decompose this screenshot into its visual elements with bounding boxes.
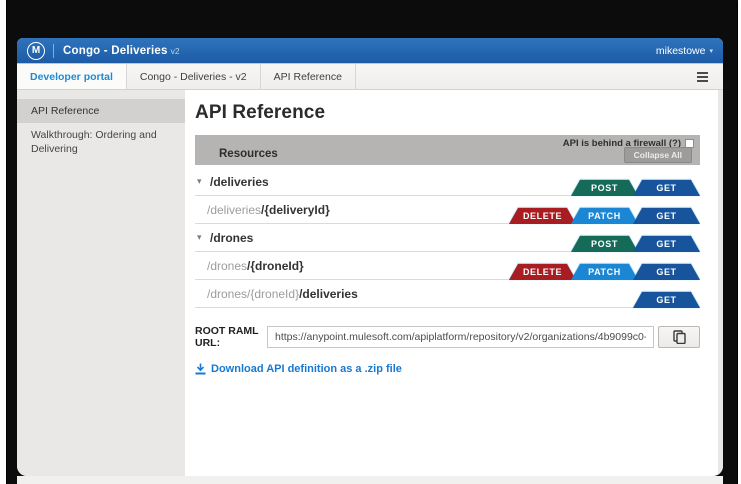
sidebar: API Reference Walkthrough: Ordering and …: [17, 90, 185, 476]
method-get-button[interactable]: GET: [633, 208, 700, 224]
method-delete-button[interactable]: DELETE: [509, 208, 576, 224]
sidebar-item-walkthrough[interactable]: Walkthrough: Ordering and Delivering: [17, 123, 185, 161]
collapse-all-button[interactable]: Collapse All: [623, 147, 692, 163]
root-raml-label: ROOT RAML URL:: [195, 325, 259, 349]
copy-icon: [672, 330, 686, 344]
resource-path[interactable]: ▾ /deliveries: [195, 175, 269, 189]
method-delete-button[interactable]: DELETE: [509, 264, 576, 280]
root-raml-row: ROOT RAML URL:: [195, 325, 700, 349]
root-raml-url-input[interactable]: [267, 326, 654, 348]
tab-developer-portal[interactable]: Developer portal: [17, 64, 127, 89]
tablet-frame: M Congo - Deliveries v2 mikestowe ▾ Deve…: [6, 0, 738, 484]
method-patch-button[interactable]: PATCH: [571, 208, 638, 224]
resource-name: /deliveries: [299, 286, 358, 301]
username: mikestowe: [655, 44, 706, 57]
screen-bottom-edge: [17, 476, 723, 484]
resource-name: /deliveries: [210, 174, 269, 189]
resource-prefix: /deliveries: [207, 202, 262, 217]
resource-row-drone-id: /drones /{droneId} DELETE PATCH GET: [195, 252, 700, 280]
method-get-button[interactable]: GET: [633, 292, 700, 308]
sidebar-item-api-reference[interactable]: API Reference: [17, 99, 185, 124]
method-tabs: GET: [638, 292, 700, 308]
breadcrumb-tabbar: Developer portal Congo - Deliveries - v2…: [17, 64, 723, 90]
method-get-button[interactable]: GET: [633, 180, 700, 196]
main-content: API Reference Resources API is behind a …: [185, 90, 723, 476]
copy-url-button[interactable]: [658, 326, 700, 348]
resource-path[interactable]: /deliveries /{deliveryId}: [195, 203, 330, 217]
resource-row-drone-deliveries: /drones/{droneId} /deliveries GET: [195, 280, 700, 308]
menu-icon[interactable]: [682, 64, 723, 89]
resources-header: Resources API is behind a firewall (?) C…: [195, 135, 700, 165]
resource-name: /{droneId}: [247, 258, 304, 273]
method-tabs: DELETE PATCH GET: [514, 264, 700, 280]
resource-prefix: /drones: [207, 258, 248, 273]
mulesoft-logo-icon: M: [27, 41, 45, 60]
download-zip-link[interactable]: Download API definition as a .zip file: [195, 363, 700, 375]
method-get-button[interactable]: GET: [633, 264, 700, 280]
top-navbar: M Congo - Deliveries v2 mikestowe ▾: [17, 38, 723, 64]
app-version: v2: [170, 45, 180, 56]
method-post-button[interactable]: POST: [571, 236, 638, 252]
chevron-down-icon: ▾: [709, 47, 713, 55]
resource-row-deliveries: ▾ /deliveries POST GET: [195, 168, 700, 196]
tab-congo-deliveries-v2[interactable]: Congo - Deliveries - v2: [127, 64, 261, 89]
app-screen: M Congo - Deliveries v2 mikestowe ▾ Deve…: [17, 38, 723, 476]
tab-api-reference[interactable]: API Reference: [261, 64, 356, 89]
resource-name: /{deliveryId}: [261, 202, 330, 217]
collapse-caret-icon[interactable]: ▾: [197, 176, 210, 187]
method-tabs: DELETE PATCH GET: [514, 208, 700, 224]
logo-divider: [53, 43, 54, 58]
mulesoft-logo: M: [27, 41, 63, 60]
resource-row-delivery-id: /deliveries /{deliveryId} DELETE PATCH G…: [195, 196, 700, 224]
scrollbar-track[interactable]: [718, 90, 723, 476]
download-label: Download API definition as a .zip file: [211, 363, 402, 375]
collapse-caret-icon[interactable]: ▾: [197, 232, 210, 243]
app-title: Congo - Deliveries: [63, 44, 168, 57]
method-post-button[interactable]: POST: [571, 180, 638, 196]
resources-title: Resources: [219, 148, 278, 160]
method-tabs: POST GET: [576, 180, 700, 196]
method-tabs: POST GET: [576, 236, 700, 252]
resource-path[interactable]: /drones /{droneId}: [195, 259, 304, 273]
method-patch-button[interactable]: PATCH: [571, 264, 638, 280]
user-menu[interactable]: mikestowe ▾: [656, 45, 713, 57]
resource-path[interactable]: /drones/{droneId} /deliveries: [195, 287, 358, 301]
resource-name: /drones: [210, 230, 254, 245]
resource-prefix: /drones/{droneId}: [207, 286, 300, 301]
resource-path[interactable]: ▾ /drones: [195, 231, 253, 245]
download-icon: [195, 363, 206, 375]
resource-row-drones: ▾ /drones POST GET: [195, 224, 700, 252]
page-title: API Reference: [195, 102, 326, 123]
method-get-button[interactable]: GET: [633, 236, 700, 252]
